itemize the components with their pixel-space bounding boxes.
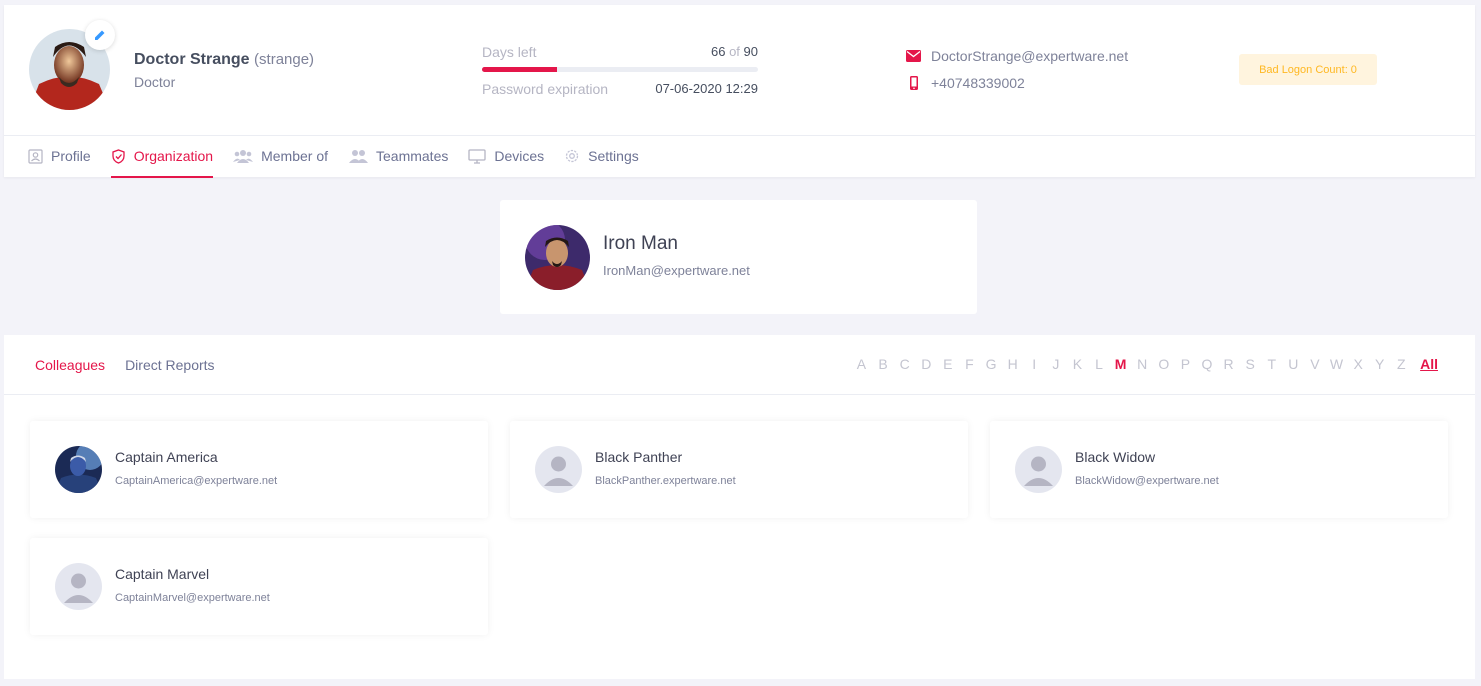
letter-filter-r[interactable]: R <box>1218 356 1240 372</box>
days-total: 90 <box>743 44 758 59</box>
contact-email-text: DoctorStrange@expertware.net <box>931 48 1129 64</box>
colleague-avatar <box>55 446 102 493</box>
days-progress-bar <box>482 67 758 72</box>
letter-filter-c[interactable]: C <box>894 356 916 372</box>
letter-filter-p[interactable]: P <box>1175 356 1197 372</box>
contact-phone-text: +40748339002 <box>931 75 1025 91</box>
letter-filter-j[interactable]: J <box>1045 356 1067 372</box>
tab-teammates[interactable]: Teammates <box>348 136 448 178</box>
tab-member-of[interactable]: Member of <box>233 136 328 178</box>
colleague-card[interactable]: Black Widow BlackWidow@expertware.net <box>990 421 1448 518</box>
letter-filter-u[interactable]: U <box>1283 356 1305 372</box>
colleague-email: CaptainMarvel@expertware.net <box>115 592 270 604</box>
group-icon <box>233 150 254 163</box>
colleague-name: Black Panther <box>595 449 683 465</box>
letter-filter-b[interactable]: B <box>872 356 894 372</box>
alphabet-filter: A B C D E F G H I J K L M N O P Q R S T U V W X Y Z All <box>851 356 1438 372</box>
user-name-text: Doctor Strange <box>134 51 250 68</box>
letter-filter-w[interactable]: W <box>1326 356 1348 372</box>
colleague-card[interactable]: Captain America CaptainAmerica@expertwar… <box>30 421 488 518</box>
letter-filter-o[interactable]: O <box>1153 356 1175 372</box>
users-icon <box>349 150 368 163</box>
colleague-name: Black Widow <box>1075 449 1156 465</box>
password-expiration-label: Password expiration <box>482 81 609 97</box>
shield-icon <box>112 148 125 164</box>
letter-filter-q[interactable]: Q <box>1196 356 1218 372</box>
user-placeholder-icon <box>1015 446 1062 493</box>
tab-profile[interactable]: Profile <box>28 136 91 178</box>
days-left-label: Days left <box>482 44 537 60</box>
colleague-name: Captain America <box>115 449 218 465</box>
letter-filter-v[interactable]: V <box>1304 356 1326 372</box>
tab-organization-label: Organization <box>133 148 214 164</box>
tab-devices[interactable]: Devices <box>468 136 544 178</box>
letter-filter-s[interactable]: S <box>1239 356 1261 372</box>
tab-direct-reports[interactable]: Direct Reports <box>125 335 214 395</box>
letter-filter-h[interactable]: H <box>1002 356 1024 372</box>
days-left-count: 66 <box>710 44 726 59</box>
contact-email[interactable]: DoctorStrange@expertware.net <box>906 48 1128 64</box>
password-expiration-value: 07-06-2020 12:29 <box>655 81 758 96</box>
letter-filter-d[interactable]: D <box>915 356 937 372</box>
user-role: Doctor <box>134 74 176 90</box>
colleague-card[interactable]: Black Panther BlackPanther.expertware.ne… <box>510 421 968 518</box>
colleague-avatar <box>535 446 582 493</box>
manager-email: IronMan@expertware.net <box>603 263 750 278</box>
colleague-card[interactable]: Captain Marvel CaptainMarvel@expertware.… <box>30 538 488 635</box>
days-progress-fill <box>482 67 557 72</box>
user-display-name: Doctor Strange (strange) <box>134 51 314 69</box>
colleague-avatar <box>55 563 102 610</box>
monitor-icon <box>468 148 487 164</box>
tab-settings[interactable]: Settings <box>564 136 639 178</box>
colleagues-panel: Colleagues Direct Reports ABCDEFGHIJKLMN… <box>4 335 1475 679</box>
colleagues-subtabs: Colleagues Direct Reports <box>35 335 215 395</box>
letter-filter-z[interactable]: Z <box>1391 356 1413 372</box>
gear-icon <box>566 149 579 163</box>
letter-filter-l[interactable]: L <box>1088 356 1110 372</box>
manager-card[interactable]: Iron Man IronMan@expertware.net <box>500 200 977 314</box>
contact-phone[interactable]: +40748339002 <box>906 75 1025 91</box>
manager-name: Iron Man <box>603 233 678 254</box>
subtabs-divider <box>4 394 1475 395</box>
colleague-name: Captain Marvel <box>115 566 210 582</box>
letter-filter-g[interactable]: G <box>980 356 1002 372</box>
letter-filter-t[interactable]: T <box>1261 356 1283 372</box>
letter-filter-all[interactable]: All <box>1420 356 1438 372</box>
manager-avatar <box>525 225 590 290</box>
colleague-email: CaptainAmerica@expertware.net <box>115 475 278 487</box>
letter-filter-m[interactable]: M <box>1110 356 1132 372</box>
tab-settings-label: Settings <box>588 148 639 164</box>
mail-icon <box>906 50 921 62</box>
profile-icon <box>28 148 43 164</box>
days-left-value: 66 of 90 <box>711 44 758 59</box>
user-placeholder-icon <box>55 563 102 610</box>
user-placeholder-icon <box>535 446 582 493</box>
letter-filter-f[interactable]: F <box>959 356 981 372</box>
letter-filter-e[interactable]: E <box>937 356 959 372</box>
letter-filter-a[interactable]: A <box>851 356 873 372</box>
colleague-email: BlackWidow@expertware.net <box>1075 475 1219 487</box>
letter-filter-x[interactable]: X <box>1347 356 1369 372</box>
tab-devices-label: Devices <box>494 148 545 164</box>
bad-logon-badge: Bad Logon Count: 0 <box>1239 54 1377 85</box>
tab-teammates-label: Teammates <box>376 148 449 164</box>
letter-filter-n[interactable]: N <box>1131 356 1153 372</box>
letter-filter-i[interactable]: I <box>1023 356 1045 372</box>
tab-member-of-label: Member of <box>261 148 328 164</box>
profile-tabs: Profile Organization Member of Teammates… <box>28 136 639 178</box>
letter-filter-k[interactable]: K <box>1067 356 1089 372</box>
tab-profile-label: Profile <box>51 148 91 164</box>
tab-organization[interactable]: Organization <box>110 136 214 178</box>
user-login: (strange) <box>254 51 315 68</box>
edit-avatar-button[interactable] <box>85 20 115 50</box>
phone-icon <box>910 76 918 90</box>
colleague-email: BlackPanther.expertware.net <box>595 475 736 487</box>
pencil-icon <box>95 30 105 40</box>
days-of-label: of <box>729 44 740 59</box>
tab-colleagues[interactable]: Colleagues <box>35 335 106 395</box>
colleague-avatar <box>1015 446 1062 493</box>
letter-filter-y[interactable]: Y <box>1369 356 1391 372</box>
profile-header: Doctor Strange (strange) Doctor Days lef… <box>4 5 1475 178</box>
